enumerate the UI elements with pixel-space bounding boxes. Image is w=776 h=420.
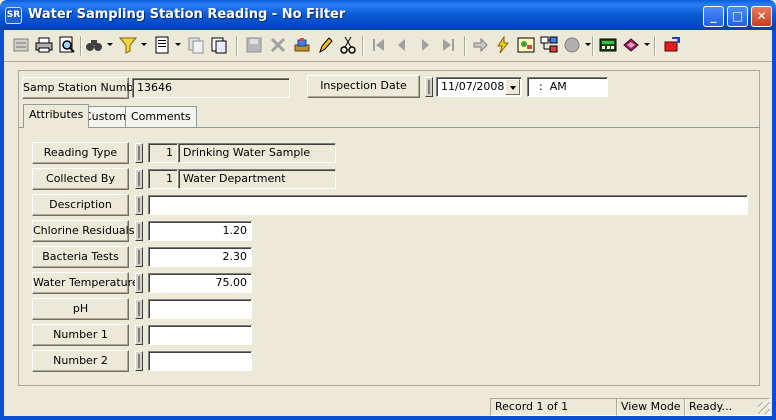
window-frame-right <box>772 30 776 420</box>
resize-grip-icon[interactable] <box>758 402 770 414</box>
reading-type-button[interactable]: Reading Type <box>32 142 129 164</box>
first-record-icon[interactable] <box>369 35 389 55</box>
toolbar-separator <box>592 36 594 56</box>
go-icon[interactable] <box>470 35 490 55</box>
filter-icon[interactable] <box>118 35 138 55</box>
ph-button[interactable]: pH <box>32 298 129 320</box>
tab-strip-border <box>18 127 760 128</box>
close-button[interactable]: ✕ <box>751 6 772 27</box>
inspection-date-value: 11/07/2008 <box>441 80 505 93</box>
toolbar-separator <box>362 36 364 56</box>
water-temperature-indicator <box>135 273 143 293</box>
toolbar-separator <box>464 36 466 56</box>
tab-comments[interactable]: Comments <box>125 106 197 127</box>
report-dropdown-arrow[interactable] <box>175 43 181 46</box>
reading-type-indicator <box>135 143 143 163</box>
inspection-date-field[interactable]: 11/07/2008 <box>436 77 522 97</box>
number-2-button[interactable]: Number 2 <box>32 350 129 372</box>
collected-by-indicator <box>135 169 143 189</box>
mode-status: View Mode <box>616 398 686 416</box>
number-2-indicator <box>135 351 143 371</box>
record-status: Record 1 of 1 <box>490 398 618 416</box>
toolbar-separator <box>654 36 656 56</box>
filter-dropdown-arrow[interactable] <box>141 43 147 46</box>
inspection-date-indicator <box>425 77 433 97</box>
toolbar-separator <box>80 36 82 56</box>
title-bar[interactable]: SR Water Sampling Station Reading - No F… <box>0 0 776 30</box>
samp-station-number-button[interactable]: Samp Station Number <box>22 77 145 99</box>
toolbar-separator <box>236 36 238 56</box>
water-temperature-field[interactable]: 75.00 <box>148 273 252 293</box>
bacteria-tests-indicator <box>135 247 143 267</box>
report-icon[interactable] <box>152 35 172 55</box>
find-dropdown-arrow[interactable] <box>107 43 113 46</box>
book-dropdown-arrow[interactable] <box>644 43 650 46</box>
previous-record-icon[interactable] <box>392 35 412 55</box>
form-icon[interactable] <box>11 35 31 55</box>
next-record-icon[interactable] <box>415 35 435 55</box>
maximize-button[interactable]: □ <box>727 6 748 27</box>
find-icon[interactable] <box>84 35 104 55</box>
window-frame-bottom <box>0 416 776 420</box>
reading-type-field[interactable]: Drinking Water Sample <box>178 143 336 163</box>
last-record-icon[interactable] <box>438 35 458 55</box>
edit-icon[interactable] <box>315 35 335 55</box>
chlorine-residuals-button[interactable]: Chlorine Residuals <box>32 220 134 242</box>
description-field[interactable] <box>148 195 748 215</box>
cut-icon[interactable] <box>338 35 358 55</box>
minimize-button[interactable]: _ <box>703 6 724 27</box>
chlorine-residuals-indicator <box>135 221 143 241</box>
save-icon[interactable] <box>244 35 264 55</box>
ph-field[interactable] <box>148 299 252 319</box>
print-icon[interactable] <box>34 35 54 55</box>
description-indicator <box>135 195 143 215</box>
number-1-field[interactable] <box>148 325 252 345</box>
exit-icon[interactable] <box>662 35 682 55</box>
tab-attributes[interactable]: Attributes <box>23 104 90 128</box>
window-title: Water Sampling Station Reading - No Filt… <box>28 7 346 22</box>
delete-icon[interactable] <box>268 35 288 55</box>
hierarchy-icon[interactable] <box>539 35 559 55</box>
book-icon[interactable] <box>621 35 641 55</box>
chlorine-residuals-field[interactable]: 1.20 <box>148 221 252 241</box>
stamp-icon[interactable] <box>292 35 312 55</box>
collected-by-field[interactable]: Water Department <box>178 169 336 189</box>
map-icon[interactable] <box>516 35 536 55</box>
number-1-button[interactable]: Number 1 <box>32 324 129 346</box>
clone-icon[interactable] <box>209 35 229 55</box>
globe-icon[interactable] <box>562 35 582 55</box>
chevron-down-icon[interactable] <box>505 79 520 95</box>
bacteria-tests-button[interactable]: Bacteria Tests <box>32 246 129 268</box>
status-bar: Record 1 of 1 View Mode Ready... <box>4 396 772 416</box>
window-frame-left <box>0 30 4 420</box>
print-preview-icon[interactable] <box>57 35 77 55</box>
time-field[interactable]: : AM <box>527 77 608 97</box>
water-temperature-button[interactable]: Water Temperature <box>32 272 139 294</box>
globe-dropdown-arrow[interactable] <box>585 43 591 46</box>
number-1-indicator <box>135 325 143 345</box>
description-button[interactable]: Description <box>32 194 129 216</box>
reading-type-code[interactable]: 1 <box>148 143 178 163</box>
lightning-icon[interactable] <box>493 35 513 55</box>
number-2-field[interactable] <box>148 351 252 371</box>
collected-by-button[interactable]: Collected By <box>32 168 129 190</box>
station-number-field[interactable]: 13646 <box>132 78 290 98</box>
collected-by-code[interactable]: 1 <box>148 169 178 189</box>
app-icon: SR <box>5 7 22 24</box>
bacteria-tests-field[interactable]: 2.30 <box>148 247 252 267</box>
copy-icon[interactable] <box>186 35 206 55</box>
calculator-icon[interactable] <box>598 35 618 55</box>
ph-indicator <box>135 299 143 319</box>
inspection-date-button[interactable]: Inspection Date <box>307 75 420 98</box>
toolbar <box>4 30 772 62</box>
